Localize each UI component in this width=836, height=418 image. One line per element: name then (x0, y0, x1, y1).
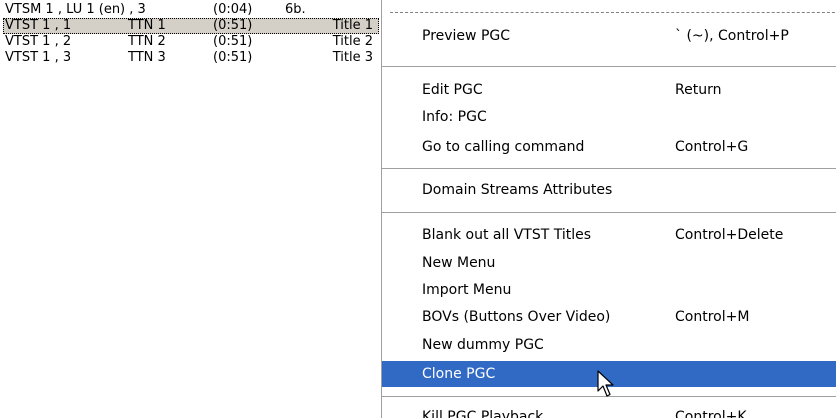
menu-item-shortcut: Control+M (675, 309, 750, 325)
menu-item-blank-out-vtst-titles[interactable]: Blank out all VTST Titles Control+Delete (382, 222, 836, 248)
menu-item-new-menu[interactable]: New Menu (382, 250, 836, 276)
pgc-ttn: TTN 2 (128, 34, 166, 49)
pgc-domain-label: VTSM 1 , LU 1 (en) , 3 (5, 2, 146, 17)
pgc-duration: (0:51) (213, 50, 253, 65)
menu-item-label: Info: PGC (422, 109, 487, 125)
menu-item-shortcut: Control+G (675, 139, 749, 155)
menu-item-shortcut: Return (675, 82, 722, 98)
menu-item-label: BOVs (Buttons Over Video) (422, 309, 611, 325)
menu-item-preview-pgc[interactable]: Preview PGC ` (~), Control+P (382, 23, 836, 49)
menu-item-shortcut: Control+K (675, 409, 747, 418)
menu-item-import-menu[interactable]: Import Menu (382, 277, 836, 303)
menu-item-label: New Menu (422, 255, 496, 271)
pgc-title: Title 1 (332, 18, 373, 33)
pgc-domain-label: VTST 1 , 2 (5, 34, 72, 49)
menu-item-shortcut: Control+Delete (675, 227, 784, 243)
pgc-duration: (0:51) (213, 18, 253, 33)
menu-separator (382, 168, 836, 170)
pgc-duration: (0:51) (213, 34, 253, 49)
pgc-list[interactable]: VTSM 1 , LU 1 (en) , 3 (0:04) 6b. VTST 1… (0, 0, 382, 418)
menu-item-domain-streams-attributes[interactable]: Domain Streams Attributes (382, 177, 836, 203)
menu-item-label: New dummy PGC (422, 337, 544, 353)
menu-item-label: Blank out all VTST Titles (422, 227, 592, 243)
menu-item-new-dummy-pgc[interactable]: New dummy PGC (382, 332, 836, 358)
menu-item-go-to-calling-command[interactable]: Go to calling command Control+G (382, 134, 836, 160)
list-item-title-2[interactable]: VTST 1 , 2 TTN 2 (0:51) Title 2 (3, 34, 379, 50)
menu-item-label: Kill PGC Playback (422, 409, 544, 418)
pgc-title: Title 3 (332, 50, 373, 65)
list-item-title-3[interactable]: VTST 1 , 3 TTN 3 (0:51) Title 3 (3, 50, 379, 66)
menu-item-label: Clone PGC (422, 366, 496, 382)
list-item-title-1[interactable]: VTST 1 , 1 TTN 1 (0:51) Title 1 (3, 18, 379, 34)
list-item-vtsm[interactable]: VTSM 1 , LU 1 (en) , 3 (0:04) 6b. (3, 2, 379, 18)
menu-item-kill-pgc-playback[interactable]: Kill PGC Playback Control+K (382, 404, 836, 418)
menu-tearoff-line[interactable] (390, 12, 836, 13)
pgc-duration: (0:04) (213, 2, 253, 17)
context-menu: Preview PGC ` (~), Control+P Edit PGC Re… (382, 0, 836, 418)
pgc-ttn: TTN 3 (128, 50, 166, 65)
pgc-domain-label: VTST 1 , 3 (5, 50, 72, 65)
menu-item-label: Go to calling command (422, 139, 585, 155)
pgc-title: Title 2 (332, 34, 373, 49)
menu-item-edit-pgc[interactable]: Edit PGC Return (382, 77, 836, 103)
menu-separator (382, 66, 836, 68)
menu-item-bovs[interactable]: BOVs (Buttons Over Video) Control+M (382, 304, 836, 330)
menu-item-label: Preview PGC (422, 28, 511, 44)
pgc-ttn: TTN 1 (128, 18, 166, 33)
pgc-cell-count: 6b. (285, 2, 306, 17)
menu-item-label: Import Menu (422, 282, 512, 298)
pgc-domain-label: VTST 1 , 1 (5, 18, 72, 33)
mouse-pointer-icon (597, 370, 614, 397)
menu-item-label: Edit PGC (422, 82, 483, 98)
application-window: VTSM 1 , LU 1 (en) , 3 (0:04) 6b. VTST 1… (0, 0, 836, 418)
menu-item-shortcut: ` (~), Control+P (675, 28, 789, 44)
menu-item-label: Domain Streams Attributes (422, 182, 613, 198)
menu-separator (382, 212, 836, 214)
menu-item-info-pgc[interactable]: Info: PGC (382, 104, 836, 130)
